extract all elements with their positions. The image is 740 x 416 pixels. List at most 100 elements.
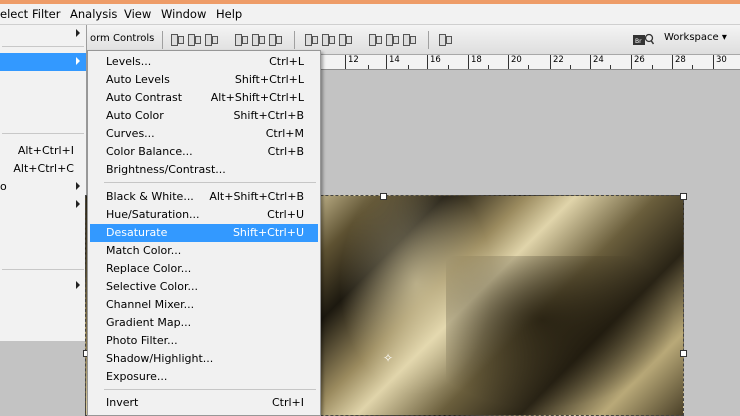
menu-item-replace-color[interactable]: Replace Color...: [90, 260, 318, 278]
menu-item-auto-contrast[interactable]: Auto Contrast Alt+Shift+Ctrl+L: [90, 89, 318, 107]
menu-view[interactable]: View: [124, 7, 151, 21]
ruler-subline: [652, 65, 653, 69]
image-menu-item-canvas-size[interactable]: Alt+Ctrl+C: [0, 160, 86, 178]
ruler-subline: [528, 65, 529, 69]
menu-separator: [104, 389, 316, 390]
ruler-subline: [610, 65, 611, 69]
menu-item-channel-mixer[interactable]: Channel Mixer...: [90, 296, 318, 314]
ruler-line: [550, 55, 551, 69]
align-icons-group: [170, 32, 218, 48]
submenu-arrow-icon: [76, 281, 80, 289]
distribute-center-icon[interactable]: [321, 32, 335, 46]
transform-handle-top-right[interactable]: [680, 193, 687, 200]
menu-help[interactable]: Help: [216, 7, 242, 21]
distribute-right-icon[interactable]: [402, 32, 416, 46]
options-separator: [162, 31, 163, 49]
menu-item-color-balance[interactable]: Color Balance... Ctrl+B: [90, 143, 318, 161]
ruler-line: [427, 55, 428, 69]
menu-item-label: Levels...: [106, 55, 152, 68]
ruler-line: [508, 55, 509, 69]
ruler-tick: 26: [634, 55, 645, 65]
menu-item-label: Photo Filter...: [106, 334, 178, 347]
distribute-hcenter-icon[interactable]: [385, 32, 399, 46]
shortcut-text: Ctrl+U: [267, 208, 304, 221]
menu-item-selective-color[interactable]: Selective Color...: [90, 278, 318, 296]
auto-align-layers-icon[interactable]: [438, 32, 452, 46]
transform-center-icon[interactable]: ✧: [383, 351, 393, 365]
ruler-subline: [570, 65, 571, 69]
align-left-icon[interactable]: [234, 32, 248, 46]
ruler-tick: 30: [716, 55, 727, 65]
menu-window[interactable]: Window: [161, 7, 206, 21]
menu-item-shadow-highlight[interactable]: Shadow/Highlight...: [90, 350, 318, 368]
distribute-left-icon[interactable]: [368, 32, 382, 46]
options-separator: [428, 31, 429, 49]
image-menu-item-trim[interactable]: [0, 196, 86, 214]
align-horizontal-center-icon[interactable]: [251, 32, 265, 46]
menu-item-gradient-map[interactable]: Gradient Map...: [90, 314, 318, 332]
shortcut-text: Ctrl+I: [271, 396, 304, 409]
align-vertical-center-icon[interactable]: [187, 32, 201, 46]
menu-item-hue-saturation[interactable]: Hue/Saturation... Ctrl+U: [90, 206, 318, 224]
align-right-icon[interactable]: [268, 32, 282, 46]
submenu-arrow-icon: [76, 182, 80, 190]
shortcut-text: Ctrl+M: [265, 127, 304, 140]
menu-select[interactable]: elect: [0, 7, 28, 21]
image-menu-item-adjustments[interactable]: [0, 53, 86, 71]
menu-item-label: Black & White...: [106, 190, 194, 203]
menu-item-label: Selective Color...: [106, 280, 198, 293]
align-top-icon[interactable]: [170, 32, 184, 46]
distribute-bottom-icon[interactable]: [338, 32, 352, 46]
image-menu-item-image-size[interactable]: Alt+Ctrl+I: [0, 142, 86, 160]
align-bottom-icon[interactable]: [204, 32, 218, 46]
ruler-tick: 22: [553, 55, 564, 65]
menu-item-auto-levels[interactable]: Auto Levels Shift+Ctrl+L: [90, 71, 318, 89]
menu-separator: [2, 133, 84, 134]
menu-item-label: Brightness/Contrast...: [106, 163, 226, 176]
menu-item-exposure[interactable]: Exposure...: [90, 368, 318, 386]
shortcut-text: Ctrl+L: [269, 55, 304, 68]
shortcut-text: Shift+Ctrl+U: [232, 226, 304, 239]
menu-item-label: Invert: [106, 396, 139, 409]
submenu-arrow-icon: [76, 57, 80, 65]
image-menu-item-variables[interactable]: [0, 277, 86, 295]
show-transform-controls-label[interactable]: orm Controls: [90, 33, 154, 44]
menu-item-black-white[interactable]: Black & White... Alt+Shift+Ctrl+B: [90, 188, 318, 206]
shortcut-text: Alt+Shift+Ctrl+B: [209, 190, 304, 203]
menu-item-brightness-contrast[interactable]: Brightness/Contrast...: [90, 161, 318, 179]
menu-filter[interactable]: Filter: [32, 7, 60, 21]
distribute-icons-group: [304, 32, 352, 48]
distribute-top-icon[interactable]: [304, 32, 318, 46]
ruler-tick: 28: [675, 55, 686, 65]
ruler-line: [345, 55, 346, 69]
menu-analysis[interactable]: Analysis: [70, 7, 117, 21]
menu-separator: [2, 46, 84, 47]
ruler-tick: 18: [471, 55, 482, 65]
menu-item-label: Auto Color: [106, 109, 164, 122]
image-menu-item-rotate[interactable]: o: [0, 178, 86, 196]
distribute-icons-group-2: [368, 32, 416, 48]
shortcut-text: Alt+Ctrl+I: [17, 144, 74, 157]
menu-item-curves[interactable]: Curves... Ctrl+M: [90, 125, 318, 143]
menu-item-desaturate[interactable]: Desaturate Shift+Ctrl+U: [90, 224, 318, 242]
menu-item-photo-filter[interactable]: Photo Filter...: [90, 332, 318, 350]
menu-item-label: Replace Color...: [106, 262, 192, 275]
workspace-dropdown[interactable]: Workspace ▾: [664, 32, 727, 43]
adjustments-submenu: Levels... Ctrl+L Auto Levels Shift+Ctrl+L …: [87, 50, 321, 416]
transform-handle-right[interactable]: [680, 350, 687, 357]
ruler-tick: 12: [348, 55, 359, 65]
ruler-tick: 14: [389, 55, 400, 65]
menu-item-match-color[interactable]: Match Color...: [90, 242, 318, 260]
menu-bar: elect Filter Analysis View Window Help: [0, 4, 740, 25]
menu-item-levels[interactable]: Levels... Ctrl+L: [90, 53, 318, 71]
ruler-tick: 24: [593, 55, 604, 65]
ruler-subline: [448, 65, 449, 69]
menu-item-label: Desaturate: [106, 226, 168, 239]
transform-handle-top[interactable]: [380, 193, 387, 200]
menu-item-invert[interactable]: Invert Ctrl+I: [90, 394, 318, 412]
image-menu-item-mode[interactable]: [0, 25, 86, 43]
submenu-arrow-icon: [76, 200, 80, 208]
bridge-icon[interactable]: Br: [632, 32, 654, 47]
menu-item-label: Curves...: [106, 127, 155, 140]
menu-item-auto-color[interactable]: Auto Color Shift+Ctrl+B: [90, 107, 318, 125]
